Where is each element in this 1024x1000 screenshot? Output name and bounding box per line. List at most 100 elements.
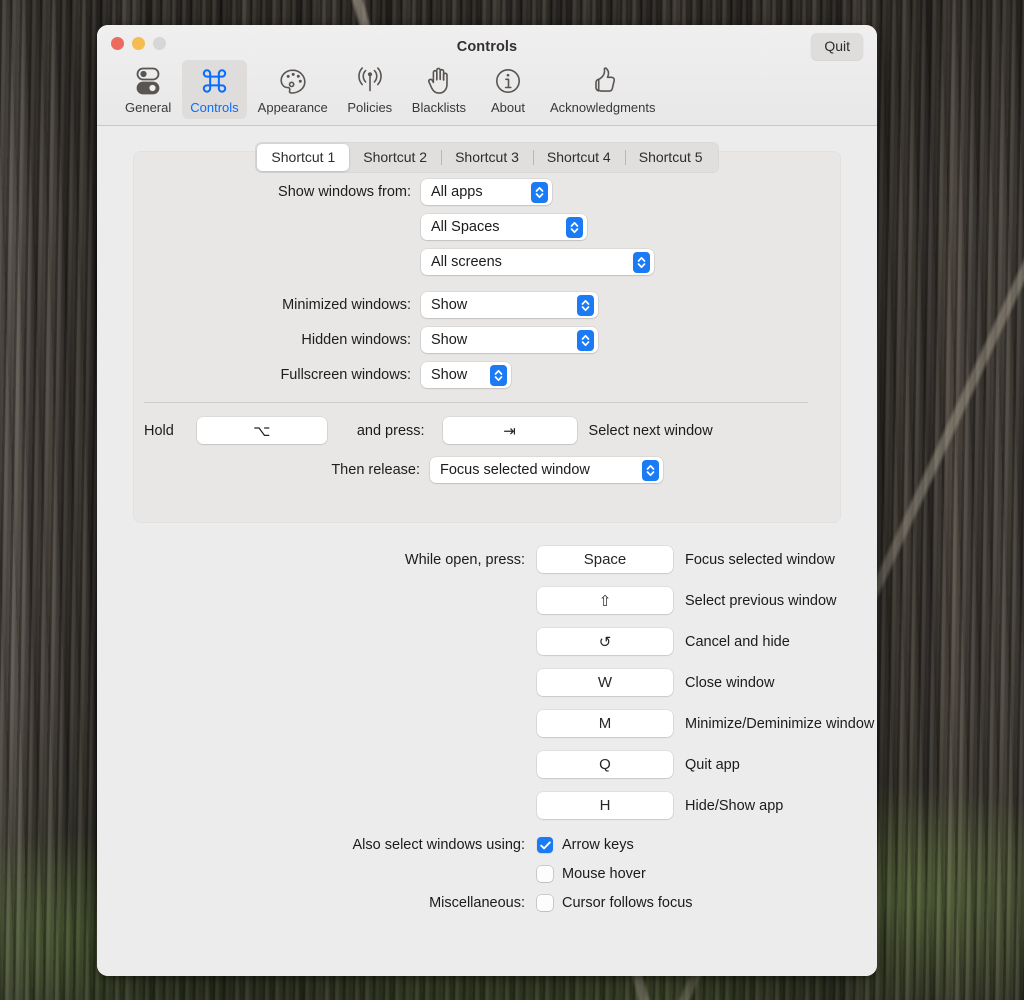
group-separator: [144, 402, 808, 403]
while-open-row-5: Q Quit app: [97, 751, 877, 778]
minimized-windows-select[interactable]: Show: [421, 292, 598, 318]
select-value: Show: [431, 367, 468, 383]
toggles-icon: [129, 65, 167, 97]
select-value: Show: [431, 297, 468, 313]
toolbar-item-label: About: [490, 100, 525, 115]
mouse-hover-checkbox[interactable]: [537, 866, 553, 882]
show-windows-from-label: Show windows from:: [278, 184, 411, 200]
toolbar-items: General Controls Appearance Policies Bla…: [109, 60, 865, 119]
hold-and-press-row: Hold ⌥ and press: ⇥ Select next window: [133, 417, 841, 444]
toolbar-item-label: Policies: [347, 100, 393, 115]
toolbar-item-label: Controls: [190, 100, 239, 115]
while-open-key-field-h[interactable]: H: [537, 792, 673, 819]
while-open-desc: Focus selected window: [685, 551, 835, 568]
arrow-keys-row: Also select windows using: Arrow keys: [97, 837, 877, 853]
while-open-row-0: While open, press: Space Focus selected …: [97, 546, 877, 573]
mouse-hover-row: Mouse hover: [97, 866, 877, 882]
select-value: Focus selected window: [440, 462, 590, 478]
info-icon: [489, 65, 527, 97]
chevron-updown-icon: [642, 459, 659, 481]
then-release-label: Then release:: [331, 462, 420, 478]
while-open-key-field-space[interactable]: Space: [537, 546, 673, 573]
chevron-updown-icon: [577, 294, 594, 316]
while-open-row-3: W Close window: [97, 669, 877, 696]
tab-shortcut-3[interactable]: Shortcut 3: [441, 144, 533, 171]
mouse-hover-label: Mouse hover: [562, 866, 646, 882]
shortcut-settings-group: Show windows from: All apps All Spaces A…: [133, 151, 841, 523]
show-windows-spaces-row: All Spaces: [133, 214, 841, 240]
close-window-button[interactable]: [111, 37, 124, 50]
while-open-desc: Close window: [685, 674, 775, 691]
toolbar-item-label: Acknowledgments: [549, 100, 656, 115]
tab-shortcut-5[interactable]: Shortcut 5: [624, 144, 717, 171]
select-value: All screens: [431, 254, 502, 270]
while-open-row-1: ⇧ Select previous window: [97, 587, 877, 614]
show-windows-screens-row: All screens: [133, 249, 841, 275]
broadcast-icon: [351, 65, 389, 97]
chevron-updown-icon: [490, 364, 507, 386]
cursor-follows-focus-checkbox[interactable]: [537, 895, 553, 911]
while-open-key-field-w[interactable]: W: [537, 669, 673, 696]
thumbsup-icon: [584, 65, 622, 97]
while-open-key-field-q[interactable]: Q: [537, 751, 673, 778]
show-windows-from-row: Show windows from: All apps: [133, 179, 841, 205]
fullscreen-windows-row: Fullscreen windows: Show: [133, 362, 841, 388]
toolbar-item-label: General: [125, 100, 172, 115]
tab-shortcut-2[interactable]: Shortcut 2: [349, 144, 441, 171]
while-open-key-field-escape[interactable]: ↺: [537, 628, 673, 655]
while-open-key-field-shift[interactable]: ⇧: [537, 587, 673, 614]
while-open-key-field-m[interactable]: M: [537, 710, 673, 737]
arrow-keys-checkbox[interactable]: [537, 837, 553, 853]
toolbar-item-appearance[interactable]: Appearance: [250, 60, 336, 119]
also-select-windows-label: Also select windows using:: [352, 837, 525, 853]
while-open-desc: Select previous window: [685, 592, 837, 609]
chevron-updown-icon: [633, 251, 650, 273]
toolbar-item-general[interactable]: General: [117, 60, 179, 119]
palette-icon: [274, 65, 312, 97]
tab-shortcut-1[interactable]: Shortcut 1: [257, 144, 350, 171]
while-open-label: While open, press:: [404, 551, 525, 568]
toolbar-item-about[interactable]: About: [477, 60, 539, 119]
hold-label: Hold: [144, 422, 174, 439]
traffic-lights: [111, 37, 166, 50]
tab-shortcut-4[interactable]: Shortcut 4: [532, 144, 625, 171]
chevron-updown-icon: [566, 216, 583, 238]
select-value: All apps: [431, 184, 483, 200]
fullscreen-windows-select[interactable]: Show: [421, 362, 511, 388]
quit-button[interactable]: Quit: [811, 33, 863, 60]
zoom-window-button: [153, 37, 166, 50]
select-value: All Spaces: [431, 219, 500, 235]
then-release-row: Then release: Focus selected window: [133, 457, 841, 483]
toolbar-item-blacklists[interactable]: Blacklists: [404, 60, 474, 119]
and-press-label: and press:: [356, 422, 425, 439]
press-key-description: Select next window: [588, 422, 713, 439]
toolbar-item-label: Blacklists: [411, 100, 466, 115]
controls-preferences-window: Controls Quit General Controls Appearanc…: [97, 25, 877, 976]
controls-pane: Shortcut 1 Shortcut 2 Shortcut 3 Shortcu…: [97, 126, 877, 976]
hidden-windows-select[interactable]: Show: [421, 327, 598, 353]
minimized-windows-label: Minimized windows:: [282, 297, 411, 313]
show-windows-from-screens-select[interactable]: All screens: [421, 249, 654, 275]
toolbar-item-policies[interactable]: Policies: [339, 60, 401, 119]
minimize-window-button[interactable]: [132, 37, 145, 50]
while-open-section: While open, press: Space Focus selected …: [97, 546, 877, 911]
hold-key-field[interactable]: ⌥: [196, 417, 327, 444]
toolbar-item-controls[interactable]: Controls: [182, 60, 247, 119]
press-key-field[interactable]: ⇥: [442, 417, 577, 444]
while-open-desc: Hide/Show app: [685, 797, 784, 814]
then-release-select[interactable]: Focus selected window: [430, 457, 663, 483]
while-open-row-2: ↺ Cancel and hide: [97, 628, 877, 655]
cursor-follows-focus-row: Miscellaneous: Cursor follows focus: [97, 895, 877, 911]
show-windows-from-apps-select[interactable]: All apps: [421, 179, 552, 205]
window-title: Controls: [456, 39, 518, 55]
toolbar-item-label: Appearance: [257, 100, 328, 115]
while-open-row-6: H Hide/Show app: [97, 792, 877, 819]
while-open-desc: Cancel and hide: [685, 633, 790, 650]
show-windows-from-spaces-select[interactable]: All Spaces: [421, 214, 587, 240]
toolbar-item-acknowledgments[interactable]: Acknowledgments: [542, 60, 664, 119]
command-icon: [195, 65, 233, 97]
hidden-windows-label: Hidden windows:: [301, 332, 411, 348]
hand-icon: [420, 65, 458, 97]
while-open-desc: Minimize/Deminimize window: [685, 715, 875, 732]
while-open-desc: Quit app: [685, 756, 740, 773]
